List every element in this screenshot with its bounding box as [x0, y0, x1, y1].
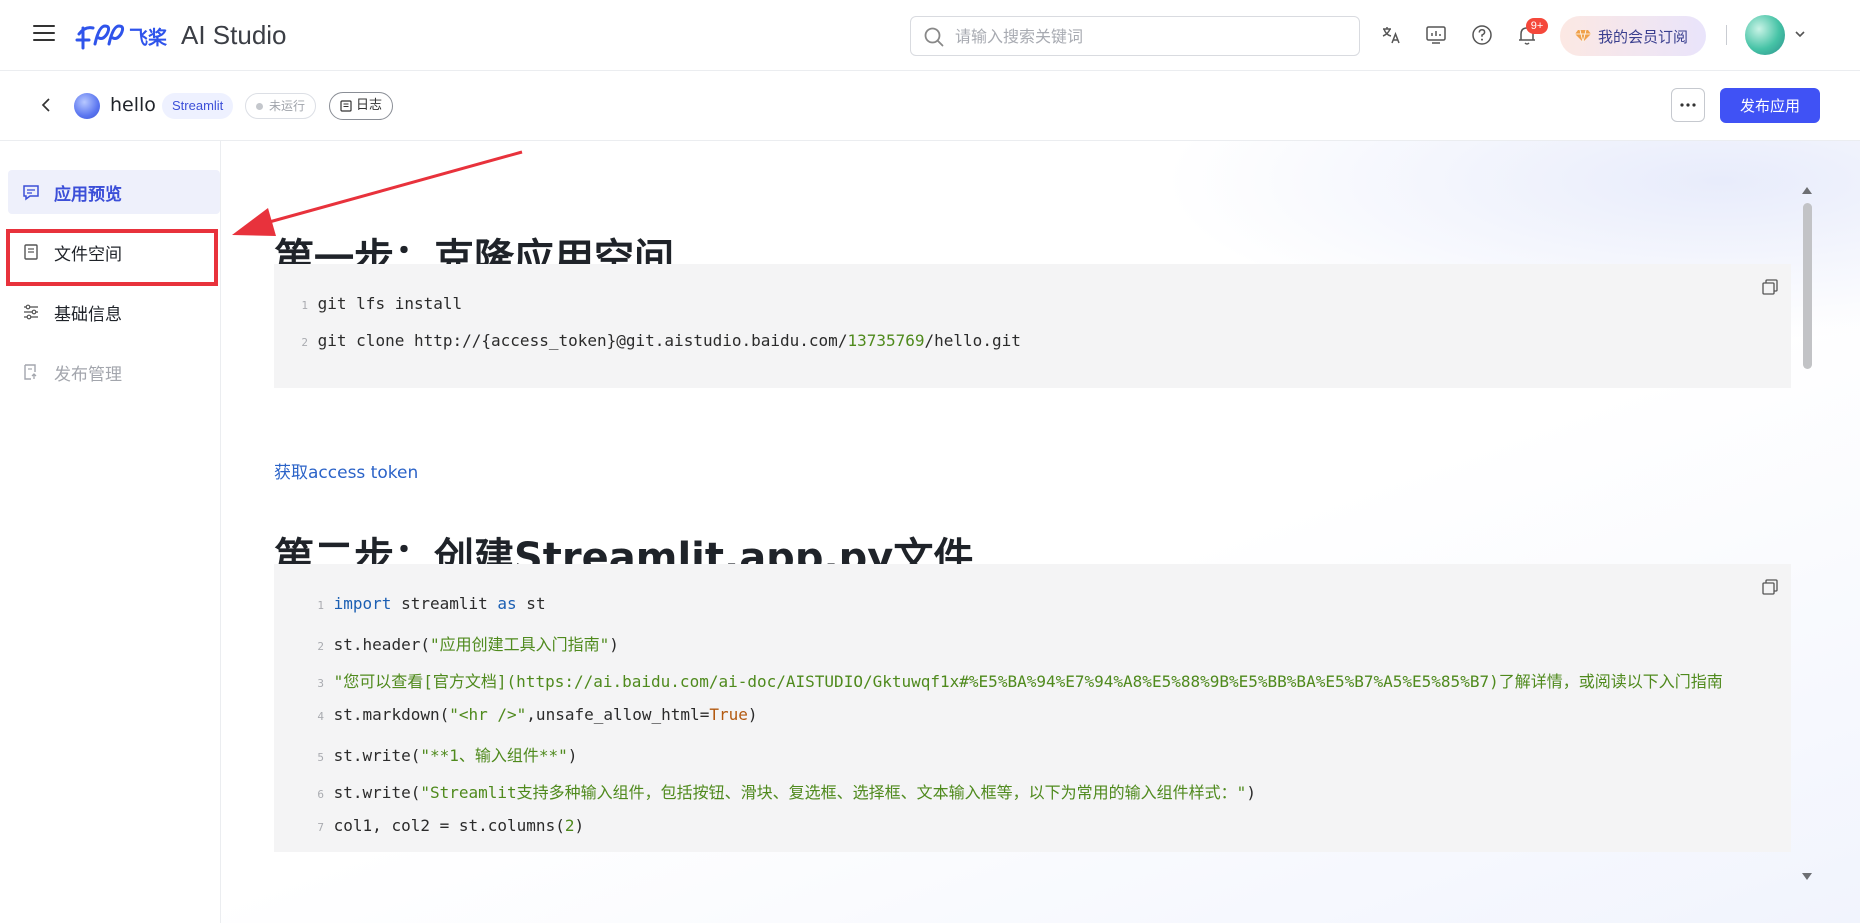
code-text: st — [516, 594, 546, 613]
scroll-up-arrow-icon[interactable] — [1802, 187, 1812, 194]
line-number: 1 — [317, 599, 324, 612]
code-text: ) — [747, 705, 758, 724]
search-icon — [924, 27, 944, 47]
code-string: "应用创建工具入门指南" — [429, 635, 610, 654]
line-number: 4 — [317, 710, 324, 723]
code-text: /hello.git — [924, 331, 1021, 350]
back-arrow-icon[interactable] — [38, 96, 56, 114]
code-line: 2 git clone http://{access_token}@git.ai… — [274, 331, 1021, 355]
code-line: 1 import streamlit as st — [274, 594, 546, 618]
membership-label: 我的会员订阅 — [1598, 27, 1689, 46]
more-icon — [1680, 103, 1696, 107]
notification-badge: 9+ — [1526, 18, 1548, 34]
user-avatar[interactable] — [1745, 15, 1785, 55]
code-line: 7 col1, col2 = st.columns(2) — [274, 816, 584, 840]
code-text: col1, col2 = st.columns( — [333, 816, 565, 835]
brand-name: AI Studio — [181, 19, 287, 50]
code-text: st.header( — [333, 635, 430, 654]
divider — [1726, 25, 1727, 45]
line-number: 6 — [317, 788, 324, 801]
code-string: "您可以查看[官方文档](https://ai.baidu.com/ai-doc… — [333, 672, 1723, 691]
code-text: ) — [1246, 783, 1256, 802]
code-line: 1 git lfs install — [274, 294, 462, 318]
line-number: 2 — [301, 336, 308, 349]
chevron-down-icon[interactable] — [1793, 27, 1807, 41]
membership-button[interactable]: 我的会员订阅 — [1560, 16, 1706, 56]
sidebar-item-basic-info[interactable]: 基础信息 — [8, 290, 220, 334]
app-icon — [74, 93, 100, 119]
preview-icon — [23, 185, 39, 201]
code-line: 4 st.markdown("<hr />",unsafe_allow_html… — [274, 705, 758, 729]
code-keyword: as — [497, 594, 517, 613]
copy-icon[interactable] — [1761, 578, 1779, 596]
app-header: hello Streamlit 未运行 日志 发布应用 — [0, 71, 1860, 141]
framework-tag: Streamlit — [162, 93, 234, 119]
annotation-highlight-box — [6, 229, 218, 286]
sidebar-item-publish-management[interactable]: 发布管理 — [8, 350, 220, 394]
get-access-token-link[interactable]: 获取access token — [274, 458, 418, 483]
sidebar-item-label: 应用预览 — [54, 184, 122, 205]
code-line: 2 st.header("应用创建工具入门指南") — [274, 631, 619, 655]
code-block-clone: 1 git lfs install 2 git clone http://{ac… — [274, 264, 1791, 388]
code-literal: True — [709, 705, 748, 724]
more-options-button[interactable] — [1671, 88, 1705, 122]
log-label: 日志 — [356, 98, 383, 113]
search-input[interactable] — [955, 17, 1345, 55]
scroll-down-arrow-icon[interactable] — [1802, 873, 1812, 880]
status-badge: 未运行 — [245, 93, 317, 119]
code-text: git lfs install — [317, 294, 463, 313]
publish-doc-icon — [24, 364, 37, 380]
code-line: 3 "您可以查看[官方文档](https://ai.baidu.com/ai-d… — [274, 668, 1723, 692]
code-line: 6 st.write("Streamlit支持多种输入组件，包括按钮、滑块、复选… — [274, 779, 1256, 803]
code-line: 5 st.write("**1、输入组件**") — [274, 742, 577, 766]
sidebar-item-label: 发布管理 — [54, 364, 122, 385]
code-text: git clone http://{access_token}@git.aist… — [317, 331, 848, 350]
diamond-icon — [1575, 29, 1591, 43]
copy-icon[interactable] — [1761, 278, 1779, 296]
log-icon — [340, 100, 352, 112]
sidebar-item-label: 基础信息 — [54, 304, 122, 325]
search-box[interactable] — [910, 16, 1360, 56]
code-text: 13735769 — [847, 331, 925, 350]
code-text: ,unsafe_allow_html= — [526, 705, 710, 724]
code-string: "Streamlit支持多种输入组件，包括按钮、滑块、复选框、选择框、文本输入框… — [420, 783, 1247, 802]
status-label: 未运行 — [269, 99, 306, 113]
code-block-app: 1 import streamlit as st 2 st.header("应用… — [274, 564, 1791, 852]
sidebar-item-app-preview[interactable]: 应用预览 — [8, 170, 220, 214]
code-text: st.markdown( — [333, 705, 450, 724]
code-text: ) — [574, 816, 585, 835]
code-text: st.write( — [333, 783, 421, 802]
line-number: 1 — [301, 299, 308, 312]
code-keyword: import — [333, 594, 392, 613]
scrollbar-thumb[interactable] — [1803, 203, 1812, 369]
main-content: 第一步：克隆应用空间 1 git lfs install 2 git clone… — [221, 141, 1860, 923]
brand-logo[interactable]: 飞桨 AI Studio — [75, 17, 287, 53]
line-number: 7 — [317, 821, 324, 834]
code-string: "**1、输入组件**" — [420, 746, 568, 765]
publish-app-button[interactable]: 发布应用 — [1720, 88, 1820, 123]
code-string: "<hr />" — [449, 705, 527, 724]
line-number: 5 — [317, 751, 324, 764]
line-number: 2 — [317, 640, 324, 653]
line-number: 3 — [317, 677, 324, 690]
code-text: streamlit — [391, 594, 498, 613]
log-button[interactable]: 日志 — [329, 92, 394, 120]
code-text: ) — [609, 635, 619, 654]
status-dot — [256, 102, 263, 110]
top-navigation-bar: 飞桨 AI Studio 9+ 我的会员订阅 — [0, 0, 1860, 71]
code-text: st.write( — [333, 746, 421, 765]
vertical-scrollbar[interactable] — [1800, 183, 1814, 883]
help-icon[interactable] — [1471, 24, 1493, 46]
settings-sliders-icon — [24, 304, 38, 320]
svg-text:飞桨: 飞桨 — [129, 26, 168, 49]
app-name: hello — [110, 94, 156, 116]
translate-icon[interactable] — [1380, 24, 1402, 46]
paddle-logo-icon: 飞桨 — [75, 24, 168, 50]
menu-icon[interactable] — [33, 25, 55, 43]
monitor-icon[interactable] — [1425, 24, 1447, 46]
code-text: ) — [567, 746, 578, 765]
